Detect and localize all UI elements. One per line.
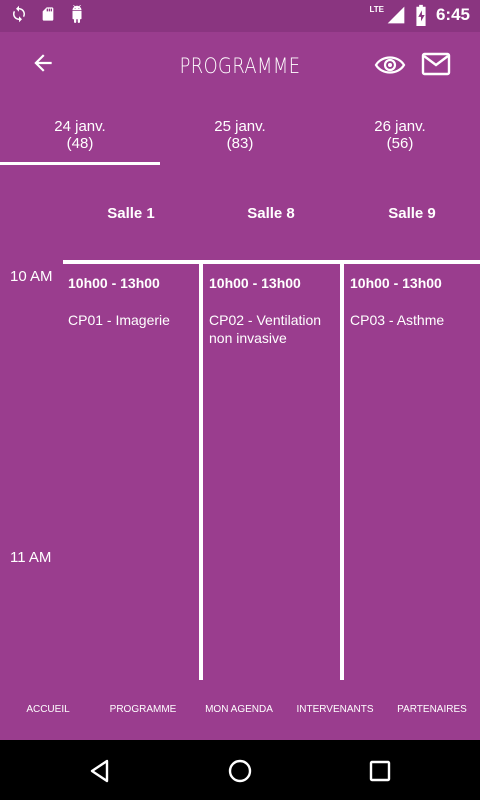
tab-count: (48): [66, 135, 94, 152]
tab-count: (83): [226, 135, 254, 152]
back-nav-button[interactable]: [87, 758, 113, 784]
system-nav-bar: [0, 740, 480, 800]
room-header: Salle 9: [388, 205, 436, 222]
recents-nav-button[interactable]: [367, 758, 393, 784]
status-time: 6:45: [435, 5, 470, 24]
event-card[interactable]: 10h00 - 13h00 CP03 - Asthme: [345, 269, 478, 680]
time-label: 10 AM: [10, 268, 53, 285]
signal-icon: [387, 6, 405, 24]
hour-line: [63, 260, 480, 264]
event-name: CP03 - Asthme: [350, 312, 445, 328]
tab-indicator: [0, 162, 160, 165]
tab-day-2[interactable]: 25 janv. (83): [160, 112, 320, 166]
sd-card-icon: [42, 7, 54, 21]
event-name: CP01 - Imagerie: [68, 312, 170, 328]
view-button[interactable]: [374, 52, 406, 78]
mail-button[interactable]: [421, 52, 451, 76]
event-time: 10h00 - 13h00: [68, 275, 160, 291]
tab-day-1[interactable]: 24 janv. (48): [0, 112, 160, 166]
event-card[interactable]: 10h00 - 13h00 CP01 - Imagerie: [63, 269, 196, 680]
column-separator: [199, 260, 203, 680]
day-tabs: 24 janv. (48) 25 janv. (83) 26 janv. (56…: [0, 112, 480, 166]
tab-date: 26 janv.: [374, 118, 426, 135]
bottom-nav: ACCUEIL PROGRAMME MON AGENDA INTERVENANT…: [0, 680, 480, 740]
eye-icon: [374, 56, 406, 74]
tab-date: 25 janv.: [214, 118, 266, 135]
nav-accueil[interactable]: ACCUEIL: [0, 704, 96, 715]
nav-programme[interactable]: PROGRAMME: [95, 704, 191, 715]
room-header: Salle 1: [107, 205, 155, 222]
event-card[interactable]: 10h00 - 13h00 CP02 - Ventilation non inv…: [204, 269, 337, 680]
android-icon: [72, 5, 82, 23]
time-label: 11 AM: [10, 549, 52, 566]
circle-home-icon: [228, 759, 252, 783]
status-bar: LTE 6:45: [0, 0, 480, 32]
network-type-label: LTE: [369, 4, 384, 14]
square-recents-icon: [369, 760, 391, 782]
nav-partenaires[interactable]: PARTENAIRES: [384, 704, 480, 715]
event-name: CP02 - Ventilation non invasive: [209, 312, 322, 346]
tab-day-3[interactable]: 26 janv. (56): [320, 112, 480, 166]
app-bar: PROGRAMME: [0, 32, 480, 98]
nav-mon-agenda[interactable]: MON AGENDA: [191, 704, 287, 715]
nav-intervenants[interactable]: INTERVENANTS: [287, 704, 383, 715]
home-nav-button[interactable]: [227, 758, 253, 784]
triangle-back-icon: [90, 759, 109, 783]
sync-icon: [13, 5, 25, 23]
event-time: 10h00 - 13h00: [350, 275, 442, 291]
tab-date: 24 janv.: [54, 118, 106, 135]
schedule-grid: 10 AM 11 AM 10h00 - 13h00 CP01 - Imageri…: [0, 258, 480, 680]
room-header: Salle 8: [247, 205, 295, 222]
event-time: 10h00 - 13h00: [209, 275, 301, 291]
mail-icon: [421, 52, 451, 76]
battery-charging-icon: [416, 4, 426, 26]
tab-count: (56): [386, 135, 414, 152]
column-separator: [340, 260, 344, 680]
